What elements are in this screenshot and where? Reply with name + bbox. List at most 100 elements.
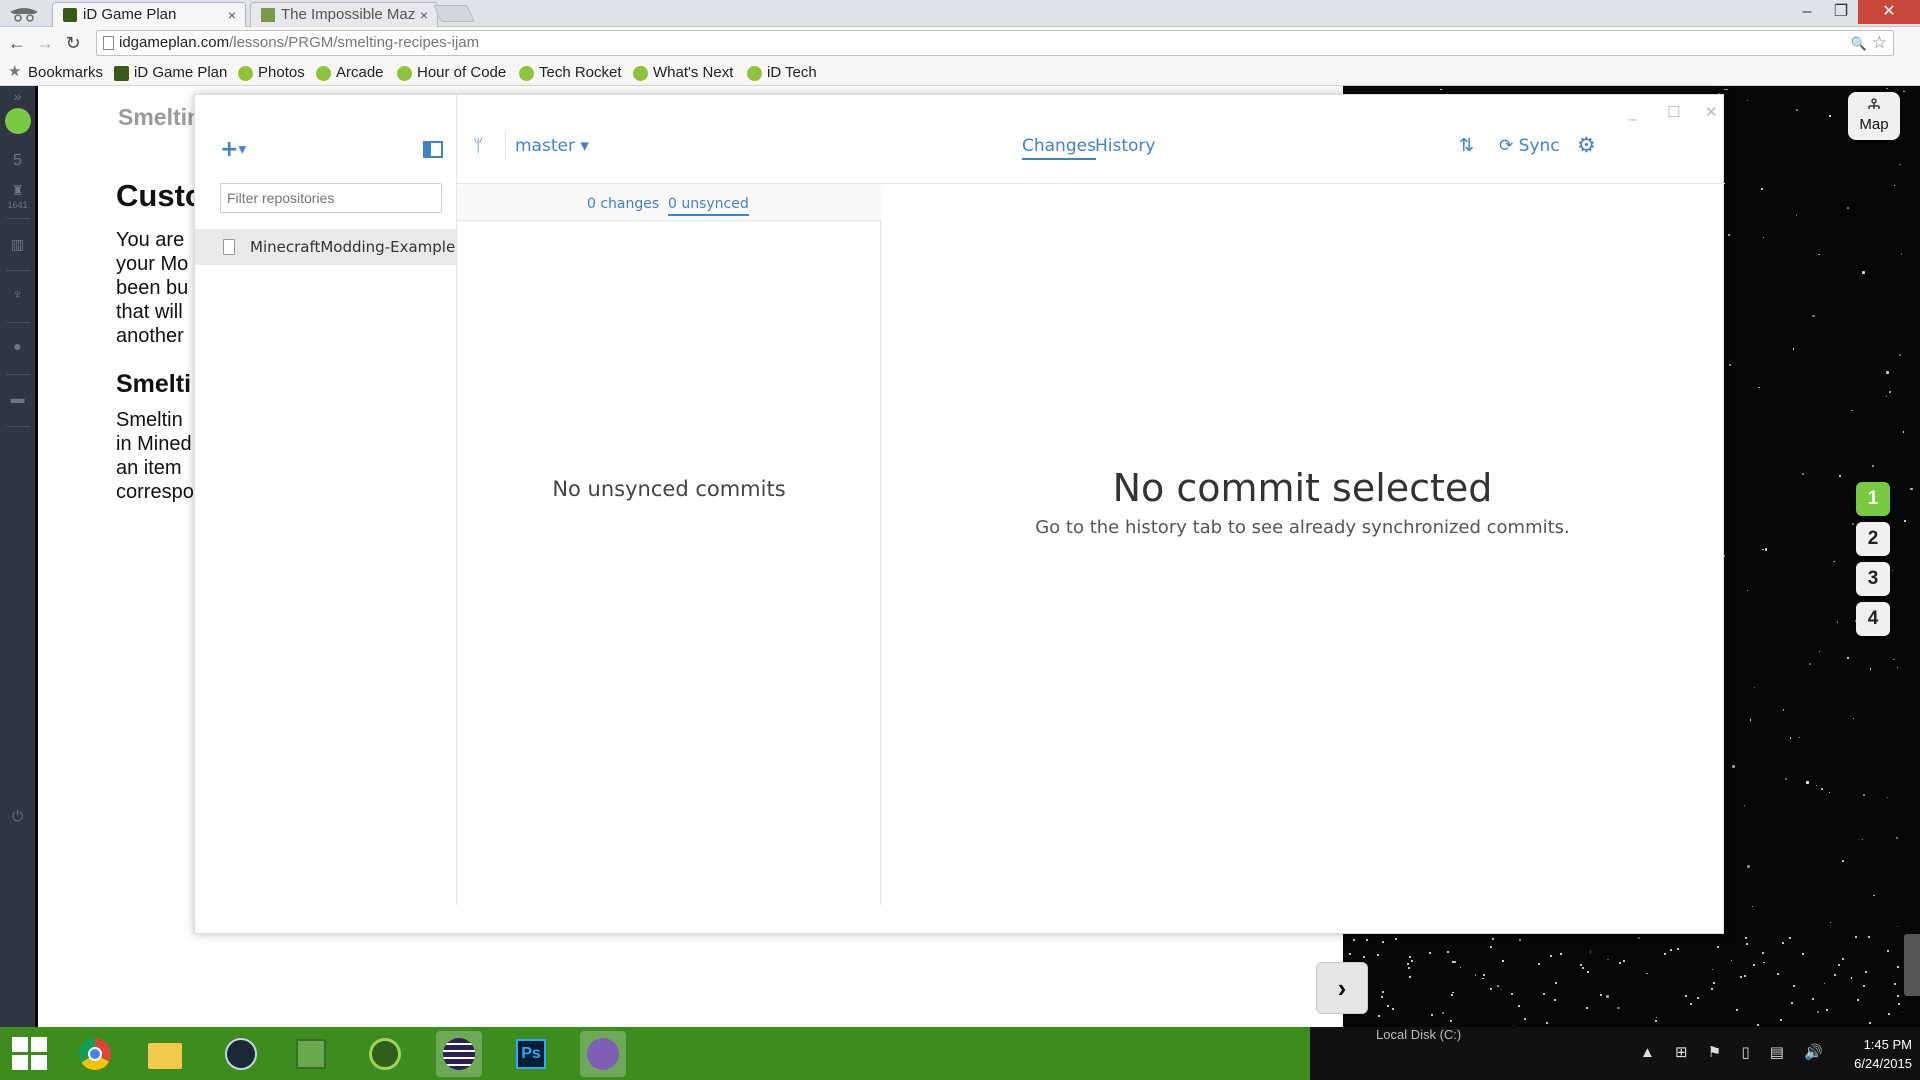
- file-explorer-taskbar-icon[interactable]: [142, 1031, 188, 1077]
- bookmark-hour-of-code[interactable]: Hour of Code: [395, 63, 506, 83]
- bookmark-tech-rocket[interactable]: Tech Rocket: [517, 63, 622, 83]
- filter-repositories-input[interactable]: [220, 183, 442, 213]
- lesson-paragraph-line: your Mo: [116, 253, 189, 275]
- bookmarks-bar: ★ Bookmarks iD Game Plan Photos Arcade Ho…: [0, 59, 1920, 86]
- star-dot: [1852, 717, 1855, 720]
- star-dot: [1833, 560, 1835, 563]
- star-dot: [1868, 1022, 1871, 1025]
- bookmark-star-icon[interactable]: ☆: [1872, 33, 1887, 52]
- pull-request-icon[interactable]: ⇅: [1459, 135, 1474, 156]
- star-dot: [1757, 1023, 1760, 1026]
- bookmark-id-tech[interactable]: iD Tech: [745, 63, 817, 83]
- star-dot: [1896, 666, 1899, 669]
- bookmark-bookmarks[interactable]: ★ Bookmarks: [6, 63, 103, 83]
- subtab-unsynced[interactable]: 0 unsynced: [668, 196, 749, 216]
- window-minimize-button[interactable]: –: [1792, 0, 1822, 24]
- star-dot: [1690, 1003, 1693, 1006]
- minecraft-taskbar-icon[interactable]: [288, 1031, 334, 1077]
- star-dot: [1554, 981, 1557, 984]
- toggle-sidebar-icon[interactable]: [423, 141, 443, 158]
- clock[interactable]: 1:45 PM 6/24/2015: [1826, 1035, 1912, 1073]
- windows-start-button[interactable]: [12, 1037, 48, 1071]
- star-dot: [1812, 314, 1815, 318]
- map-rail-icon[interactable]: ▥: [0, 236, 35, 253]
- star-dot: [1395, 937, 1398, 940]
- star-dot: [1386, 1005, 1389, 1008]
- back-button[interactable]: ←: [6, 32, 28, 54]
- star-dot: [1654, 1020, 1657, 1023]
- tab-impossible-maze[interactable]: The Impossible Maze ×: [250, 2, 438, 27]
- step-4-button[interactable]: 4: [1856, 602, 1890, 636]
- bookmark-id-game-plan[interactable]: iD Game Plan: [112, 63, 227, 83]
- address-bar[interactable]: idgameplan.com/lessons/PRGM/smelting-rec…: [96, 30, 1894, 56]
- tab-history[interactable]: History: [1095, 136, 1155, 156]
- step-1-button[interactable]: 1: [1856, 482, 1890, 516]
- star-dot: [1745, 937, 1748, 940]
- star-dot: [1490, 987, 1493, 990]
- expand-icon[interactable]: »: [0, 88, 35, 104]
- bookmark-label: Tech Rocket: [539, 64, 622, 81]
- star-dot: [1894, 982, 1897, 985]
- tab-id-game-plan[interactable]: iD Game Plan ×: [52, 2, 246, 27]
- zoom-icon[interactable]: 🔍: [1851, 36, 1867, 51]
- star-dot: [1893, 184, 1896, 187]
- system-tray[interactable]: ▲ ⊞ ⚑ ▯ ▤ 🔊: [1640, 1043, 1831, 1061]
- repository-item[interactable]: MinecraftModding-Example: [195, 229, 456, 265]
- star-dot: [1579, 963, 1582, 966]
- tab-title: The Impossible Maze: [281, 6, 424, 23]
- add-repository-button[interactable]: +▼: [220, 137, 246, 162]
- tab-changes[interactable]: Changes: [1022, 136, 1096, 160]
- star-dot: [1817, 1011, 1819, 1013]
- star-dot: [1502, 960, 1504, 962]
- feedback-tab[interactable]: [1904, 934, 1920, 996]
- level-count: 5: [13, 152, 22, 169]
- bookmark-photos[interactable]: Photos: [236, 63, 305, 83]
- idtech-taskbar-icon[interactable]: [362, 1031, 408, 1077]
- star-dot: [1789, 937, 1792, 940]
- eclipse-taskbar-icon[interactable]: [436, 1031, 482, 1077]
- star-dot: [1753, 686, 1756, 689]
- tab-close-icon[interactable]: ×: [415, 3, 428, 27]
- star-dot: [1809, 663, 1811, 665]
- sync-button[interactable]: ⟳ Sync: [1499, 136, 1560, 156]
- star-dot: [1863, 794, 1865, 796]
- star-dot: [1764, 548, 1768, 551]
- step-3-button[interactable]: 3: [1856, 562, 1890, 596]
- window-maximize-button[interactable]: ❐: [1826, 0, 1856, 24]
- branch-icon[interactable]: ᛘ: [473, 136, 483, 156]
- star-dot: [1440, 88, 1442, 91]
- steam-taskbar-icon[interactable]: [218, 1031, 264, 1077]
- star-dot: [1821, 788, 1823, 790]
- chrome-taskbar-icon[interactable]: [72, 1031, 118, 1077]
- branch-selector[interactable]: master ▾: [515, 136, 589, 156]
- tab-close-icon[interactable]: ×: [228, 3, 236, 27]
- avatar[interactable]: [0, 108, 35, 137]
- star-dot: [1517, 1005, 1520, 1008]
- subtab-changes[interactable]: 0 changes: [587, 196, 659, 212]
- map-button[interactable]: Map: [1848, 92, 1900, 140]
- star-dot: [1452, 991, 1454, 994]
- window-close-button[interactable]: ✕: [1858, 0, 1920, 24]
- bookmark-whats-next[interactable]: What's Next: [631, 63, 733, 83]
- trophy-icon[interactable]: ♆: [0, 286, 35, 302]
- star-dot: [1896, 925, 1899, 928]
- chat-icon[interactable]: ▬: [0, 390, 35, 406]
- bookmark-arcade[interactable]: Arcade: [314, 63, 384, 83]
- star-dot: [1446, 951, 1449, 954]
- forward-button[interactable]: →: [34, 32, 56, 54]
- settings-gear-icon[interactable]: ⚙: [1577, 133, 1596, 157]
- profile-icon[interactable]: ●: [0, 338, 35, 354]
- star-dot: [1696, 996, 1699, 999]
- star-icon: ★: [8, 63, 22, 80]
- power-icon[interactable]: ⏻: [0, 808, 35, 825]
- star-dot: [1451, 994, 1454, 997]
- star-dot: [1349, 953, 1352, 956]
- github-desktop-taskbar-icon[interactable]: [580, 1031, 626, 1077]
- photoshop-taskbar-icon[interactable]: Ps: [508, 1031, 554, 1077]
- next-page-button[interactable]: ›: [1316, 962, 1368, 1014]
- reload-button[interactable]: ↻: [62, 32, 84, 54]
- new-tab-button[interactable]: [433, 5, 475, 22]
- page-icon: [103, 36, 114, 50]
- step-2-button[interactable]: 2: [1856, 522, 1890, 556]
- browser-chrome: iD Game Plan × The Impossible Maze × – ❐…: [0, 0, 1920, 86]
